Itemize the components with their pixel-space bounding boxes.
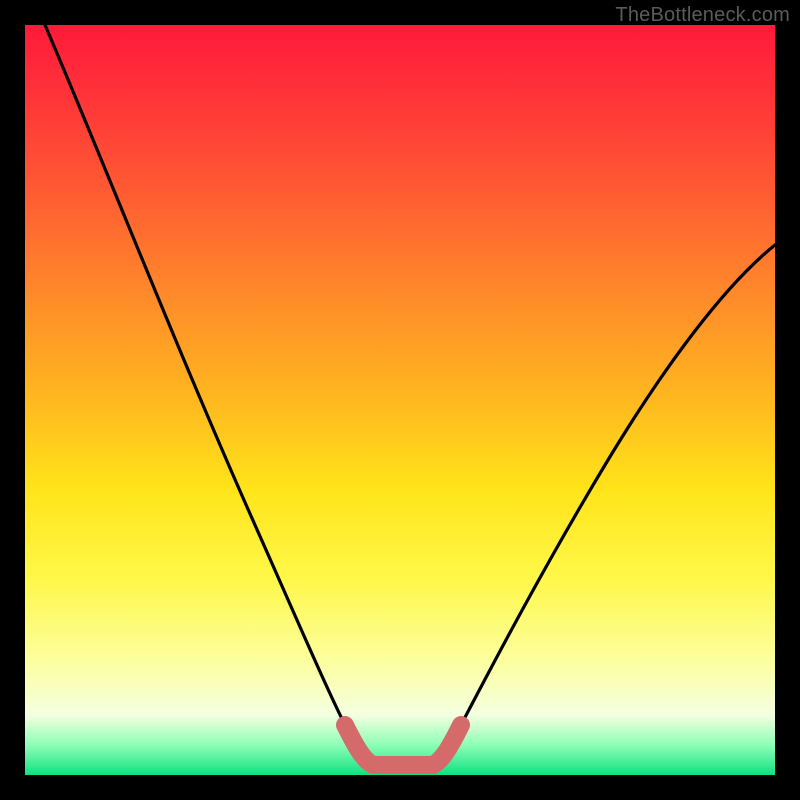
bottleneck-curve bbox=[45, 25, 775, 765]
plot-area bbox=[25, 25, 775, 775]
chart-overlay bbox=[25, 25, 775, 775]
optimal-band bbox=[345, 725, 461, 765]
watermark-label: TheBottleneck.com bbox=[615, 4, 790, 27]
chart-frame: TheBottleneck.com bbox=[0, 0, 800, 800]
